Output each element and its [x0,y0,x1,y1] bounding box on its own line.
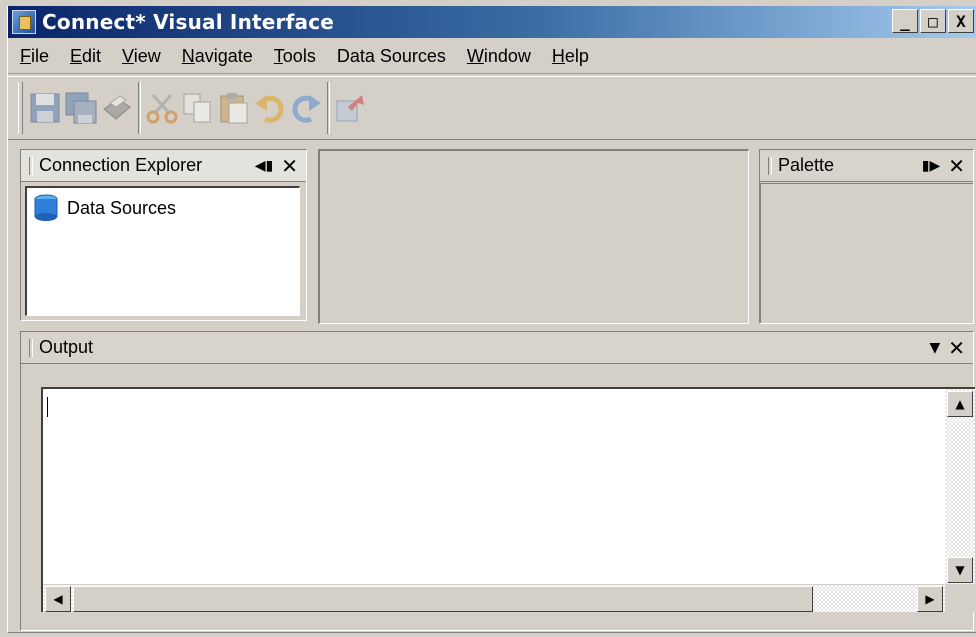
palette-panel: Palette ▮▶ ✕ [759,149,974,324]
palette-title: Palette [778,155,835,175]
menu-mnemonic: F [20,46,31,66]
panel-grip[interactable] [29,338,33,357]
print-icon [103,95,131,120]
menu-bar: File Edit View Navigate Tools Data Sourc… [8,40,976,74]
scroll-up-arrow-icon[interactable]: ▲ [947,391,973,417]
connection-explorer-panel: Connection Explorer ◀▮ ✕ Data Sources [20,149,307,321]
panel-header-buttons: ▼ ✕ [929,338,973,358]
toolbar-separator [327,82,330,134]
toolbar-separator [138,82,141,134]
minimize-button[interactable]: _ [892,9,918,33]
horizontal-scrollbar[interactable]: ◀ ▶ [43,584,945,612]
menu-mnemonic: E [70,46,83,66]
panel-grip[interactable] [768,156,772,175]
collapse-left-icon[interactable]: ◀▮ [255,158,273,174]
text-caret [47,397,48,417]
title-bar[interactable]: Connect* Visual Interface _ □ X [8,6,976,38]
tree-item-label: Data Sources [67,197,177,218]
export-button[interactable] [333,86,369,130]
palette-content[interactable] [760,183,973,323]
maximize-button[interactable]: □ [920,9,946,33]
cut-icon [146,94,178,124]
menu-label: ools [282,46,316,66]
scroll-left-arrow-icon[interactable]: ◀ [45,586,71,612]
minimize-panel-icon[interactable]: ▼ [929,340,940,356]
window-bottom-edge [8,632,976,633]
close-icon[interactable]: ✕ [948,156,965,176]
close-button[interactable]: X [948,9,974,33]
connection-tree[interactable]: Data Sources [25,186,300,316]
window-title: Connect* Visual Interface [42,10,335,34]
copy-icon [183,93,211,123]
menu-navigate[interactable]: Navigate [182,46,253,67]
menu-window[interactable]: Window [467,46,531,67]
scroll-right-arrow-icon[interactable]: ▶ [917,586,943,612]
connection-explorer-title: Connection Explorer [39,155,203,175]
menu-label: dit [82,46,102,66]
save-icon [30,93,60,123]
toolbar-grip[interactable] [18,82,23,134]
database-icon [34,194,58,221]
menu-label: Data Sources [336,46,446,66]
close-icon[interactable]: ✕ [281,156,298,176]
connection-explorer-header[interactable]: Connection Explorer ◀▮ ✕ [21,150,306,182]
redo-button[interactable] [288,86,324,130]
save-button[interactable] [27,86,63,130]
output-panel: Output ▼ ✕ ▲ ▼ ◀ ▶ [20,331,975,631]
output-textarea[interactable]: ▲ ▼ ◀ ▶ [41,387,975,612]
menu-mnemonic: W [466,46,484,66]
panel-grip[interactable] [29,156,33,175]
app-icon[interactable] [12,10,36,34]
vertical-scrollbar[interactable]: ▲ ▼ [945,389,975,585]
scroll-down-arrow-icon[interactable]: ▼ [947,557,973,583]
tree-item-data-sources[interactable]: Data Sources [27,188,299,228]
panel-header-buttons: ▮▶ ✕ [922,156,973,176]
output-title: Output [39,337,94,357]
menu-data-sources[interactable]: Data Sources [337,46,446,67]
scrollbar-corner [945,584,975,612]
horizontal-scroll-thumb[interactable] [73,586,813,612]
menu-mnemonic: T [273,46,283,66]
toolbar [8,76,976,140]
undo-button[interactable] [252,86,288,130]
menu-label: avigate [194,46,253,66]
panel-header-buttons: ◀▮ ✕ [255,156,306,176]
paste-button[interactable] [216,86,252,130]
save-all-icon [65,92,97,124]
menu-tools[interactable]: Tools [274,46,316,67]
save-all-button[interactable] [63,86,99,130]
palette-header[interactable]: Palette ▮▶ ✕ [760,150,973,182]
menu-file[interactable]: File [20,46,49,67]
menu-mnemonic: V [122,46,134,66]
menu-label: elp [564,46,589,66]
menu-mnemonic: N [181,46,195,66]
menu-label: indow [483,46,531,66]
menu-label: iew [133,46,161,66]
window-controls: _ □ X [890,9,974,33]
print-button[interactable] [99,86,135,130]
redo-icon [292,95,321,123]
menu-mnemonic: H [551,46,565,66]
export-icon [336,95,364,122]
menu-label: ile [31,46,50,66]
output-header[interactable]: Output ▼ ✕ [21,332,973,364]
close-icon[interactable]: ✕ [948,338,965,358]
menu-help[interactable]: Help [552,46,589,67]
paste-icon [220,93,248,124]
cut-button[interactable] [144,86,180,130]
menu-view[interactable]: View [122,46,161,67]
editor-area[interactable] [318,149,749,324]
undo-icon [255,95,284,123]
menu-edit[interactable]: Edit [70,46,101,67]
copy-button[interactable] [180,86,216,130]
collapse-right-icon[interactable]: ▮▶ [922,158,940,174]
